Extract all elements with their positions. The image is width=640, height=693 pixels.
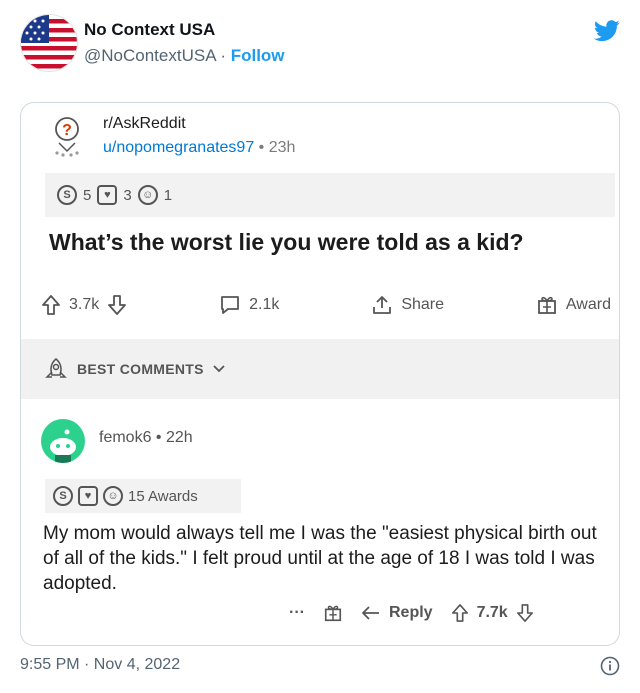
post-author[interactable]: u/nopomegranates97 bbox=[103, 139, 254, 156]
comment-score: 7.7k bbox=[476, 604, 508, 621]
post-title[interactable]: What’s the worst lie you were told as a … bbox=[49, 229, 524, 256]
chevron-down-icon bbox=[213, 365, 225, 373]
wholesome-award-icon: ♥ bbox=[97, 185, 118, 205]
handle-row: @NoContextUSA · Follow bbox=[84, 46, 285, 66]
downvote-icon[interactable] bbox=[516, 603, 534, 623]
reply-button[interactable]: Reply bbox=[361, 604, 433, 622]
comment-age: 22h bbox=[165, 429, 193, 446]
post-age: 23h bbox=[268, 139, 296, 156]
rocket-icon bbox=[45, 357, 67, 378]
comment-awards[interactable]: S ♥ ☺ 15 Awards bbox=[45, 479, 241, 513]
info-icon[interactable] bbox=[600, 656, 620, 676]
comments-button[interactable]: 2.1k bbox=[219, 294, 279, 316]
silver-award-icon: S bbox=[57, 185, 77, 205]
twitter-bird-icon[interactable] bbox=[594, 20, 620, 42]
award-label: Award bbox=[565, 296, 611, 313]
share-icon bbox=[373, 296, 392, 314]
award-count: 5 bbox=[83, 186, 92, 204]
meta-separator: • bbox=[254, 139, 269, 156]
silver-award-icon: S bbox=[53, 486, 73, 506]
helpful-award-icon: ☺ bbox=[137, 185, 158, 205]
tweet-timestamp[interactable]: 9:55 PM · Nov 4, 2022 bbox=[20, 656, 180, 674]
comment-action-bar: ··· Reply 7.7k bbox=[289, 603, 534, 623]
gift-icon bbox=[538, 296, 556, 314]
more-options-button[interactable]: ··· bbox=[289, 604, 305, 622]
separator: · bbox=[215, 46, 231, 65]
helpful-award-icon: ☺ bbox=[103, 486, 123, 506]
comment-avatar[interactable] bbox=[41, 419, 85, 463]
reply-label: Reply bbox=[388, 604, 433, 621]
tweet-header: No Context USA @NoContextUSA · Follow bbox=[0, 0, 640, 90]
comment-meta-separator: • bbox=[151, 429, 166, 446]
comment-count: 2.1k bbox=[249, 296, 280, 313]
post-awards[interactable]: S 5 ♥ 3 ☺ 1 bbox=[45, 173, 615, 217]
display-name[interactable]: No Context USA bbox=[84, 20, 285, 40]
comment-vote-group: 7.7k bbox=[451, 603, 534, 623]
reply-arrow-icon bbox=[362, 606, 379, 620]
comment-body: My mom would always tell me I was the "e… bbox=[43, 523, 597, 594]
award-count: 3 bbox=[123, 186, 132, 204]
award-button[interactable]: Award bbox=[536, 294, 611, 316]
sort-label: BEST COMMENTS bbox=[77, 361, 204, 377]
vote-group: 3.7k bbox=[41, 294, 127, 316]
askreddit-icon: ? bbox=[55, 117, 79, 157]
svg-text:?: ? bbox=[62, 122, 72, 139]
avatar[interactable] bbox=[20, 14, 78, 72]
comment-bubble-icon bbox=[221, 296, 240, 314]
follow-button[interactable]: Follow bbox=[231, 46, 285, 65]
subreddit-name[interactable]: r/AskReddit bbox=[103, 115, 186, 133]
award-count: 1 bbox=[163, 186, 173, 204]
wholesome-award-icon: ♥ bbox=[78, 486, 98, 506]
comment-sort-bar[interactable]: BEST COMMENTS bbox=[21, 339, 619, 399]
share-button[interactable]: Share bbox=[371, 294, 444, 316]
handle[interactable]: @NoContextUSA bbox=[84, 46, 216, 65]
post-score: 3.7k bbox=[69, 296, 100, 313]
awards-count-label: 15 Awards bbox=[128, 487, 198, 505]
post-meta: u/nopomegranates97 • 23h bbox=[103, 139, 295, 157]
share-label: Share bbox=[401, 296, 445, 313]
reddit-card[interactable]: ? r/AskReddit u/nopomegranates97 • 23h S… bbox=[20, 102, 620, 646]
comment-author[interactable]: femok6 bbox=[99, 429, 151, 446]
downvote-icon[interactable] bbox=[107, 294, 127, 316]
comment-meta: femok6 • 22h bbox=[99, 429, 193, 447]
gift-icon[interactable] bbox=[323, 603, 343, 623]
upvote-icon[interactable] bbox=[41, 294, 61, 316]
upvote-icon[interactable] bbox=[451, 603, 469, 623]
post-action-bar: 3.7k 2.1k Share Award bbox=[41, 285, 611, 325]
